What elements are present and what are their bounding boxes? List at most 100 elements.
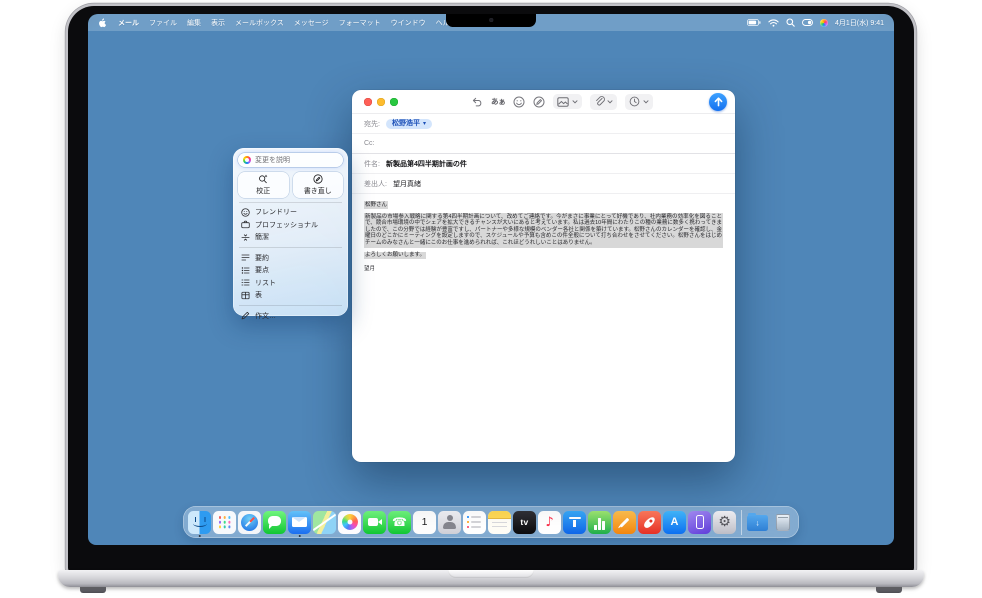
menu-file[interactable]: ファイル [149,18,177,28]
cc-field[interactable]: Cc: [352,134,735,154]
recipient-name: 松野浩平 [392,120,420,127]
macos-desktop: メール ファイル 編集 表示 メールボックス メッセージ フォーマット ウインド… [88,14,894,545]
window-titlebar[interactable]: あぁ [352,90,735,114]
dock-calendar[interactable]: 1 [413,511,436,534]
tone-professional-item[interactable]: プロフェッショナル [238,219,343,232]
to-field[interactable]: 宛先: 松野浩平 ▾ [352,114,735,134]
send-button[interactable] [709,93,727,111]
dock-pages[interactable] [613,511,636,534]
lid-lift-notch [448,570,534,578]
key-points-item[interactable]: 要点 [238,264,343,277]
dock-facetime[interactable] [363,511,386,534]
laptop-base [58,570,924,587]
body-closing: よろしくお願いします。 [364,252,426,260]
laptop-foot-left [80,587,106,593]
menu-view[interactable]: 表示 [211,18,225,28]
wifi-icon[interactable] [768,19,779,27]
photo-browser-button[interactable] [553,94,582,109]
table-label: 表 [255,290,262,300]
from-value: 望月真緒 [393,179,421,189]
writing-tools-button[interactable] [533,96,545,108]
divider [239,247,342,248]
siri-icon[interactable] [820,19,828,27]
menu-bar-clock[interactable]: 4月1日(水) 9:41 [835,18,884,28]
dock-system-settings[interactable] [713,511,736,534]
menu-message[interactable]: メッセージ [294,18,329,28]
spotlight-search-icon[interactable] [786,18,795,27]
tone-friendly-label: フレンドリー [255,207,297,217]
compose-item[interactable]: 作文… [238,310,343,323]
dock-launchpad[interactable] [213,511,236,534]
rewrite-button[interactable]: 書き直し [293,172,344,198]
subject-field[interactable]: 件名: 新製品第4四半期計画の件 [352,154,735,174]
dock-rocket-app[interactable] [638,511,661,534]
attachment-button[interactable] [590,94,618,110]
list-label: リスト [255,278,276,288]
display-notch [446,14,536,27]
tone-friendly-item[interactable]: フレンドリー [238,206,343,219]
proofread-button[interactable]: 校正 [238,172,289,198]
body-paragraph: 新製品の市場参入戦略に関する第4四半期計画について、改めてご連絡です。今がまさに… [364,213,723,248]
chevron-down-icon: ▾ [423,121,426,127]
dock-reminders[interactable] [463,511,486,534]
dock-phone[interactable] [388,511,411,534]
minimize-button[interactable] [377,98,385,106]
dock-trash[interactable] [771,511,794,534]
key-points-label: 要点 [255,265,269,275]
dock-safari[interactable] [238,511,261,534]
summary-label: 要約 [255,253,269,263]
menu-mailbox[interactable]: メールボックス [235,18,284,28]
list-item[interactable]: リスト [238,277,343,290]
table-item[interactable]: 表 [238,289,343,302]
dock-maps[interactable] [313,511,336,534]
from-field[interactable]: 差出人: 望月真緒 [352,174,735,194]
describe-change-placeholder: 変更を説明 [255,155,290,165]
message-body-editor[interactable]: 松野さん 新製品の市場参入戦略に関する第4四半期計画について、改めてご連絡です。… [352,194,735,280]
body-signature: 望月 [364,266,723,273]
describe-change-field[interactable]: 変更を説明 [238,153,343,167]
tone-professional-label: プロフェッショナル [255,220,318,230]
dock-finder[interactable] [188,511,211,534]
battery-icon[interactable] [747,19,761,26]
dock: 1 [183,506,799,538]
undo-button[interactable] [472,97,483,107]
laptop-foot-right [876,587,902,593]
body-greeting: 松野さん [364,201,388,209]
proofread-label: 校正 [256,186,270,196]
dock-messages[interactable] [263,511,286,534]
summary-item[interactable]: 要約 [238,252,343,265]
apple-intelligence-icon [243,156,251,164]
subject-label: 件名: [364,159,380,169]
tone-concise-item[interactable]: 簡潔 [238,231,343,244]
menu-bar-status: 4月1日(水) 9:41 [747,18,884,28]
dock-iphone-mirroring[interactable] [688,511,711,534]
zoom-button[interactable] [390,98,398,106]
dock-mail[interactable] [288,511,311,534]
dock-photos[interactable] [338,511,361,534]
menu-edit[interactable]: 編集 [187,18,201,28]
format-button[interactable]: あぁ [491,96,505,107]
dock-apple-tv[interactable] [513,511,536,534]
writing-tools-popup: 変更を説明 校正 書き直し [233,148,348,316]
control-center-icon[interactable] [802,19,813,26]
dock-contacts[interactable] [438,511,461,534]
rewrite-label: 書き直し [304,186,332,196]
divider [239,202,342,203]
mail-compose-window: あぁ [352,90,735,462]
dock-downloads-folder[interactable] [746,511,769,534]
close-button[interactable] [364,98,372,106]
compose-toolbar: あぁ [472,93,653,110]
menu-format[interactable]: フォーマット [339,18,381,28]
dock-numbers[interactable] [588,511,611,534]
dock-notes[interactable] [488,511,511,534]
emoji-button[interactable] [513,96,525,108]
to-label: 宛先: [364,119,380,129]
apple-menu-icon[interactable] [98,18,106,28]
dock-app-store[interactable] [663,511,686,534]
menu-window[interactable]: ウインドウ [391,18,426,28]
dock-keynote[interactable] [563,511,586,534]
menu-mail[interactable]: メール [118,18,139,28]
dock-music[interactable] [538,511,561,534]
schedule-send-button[interactable] [625,94,653,110]
recipient-token[interactable]: 松野浩平 ▾ [386,119,432,129]
